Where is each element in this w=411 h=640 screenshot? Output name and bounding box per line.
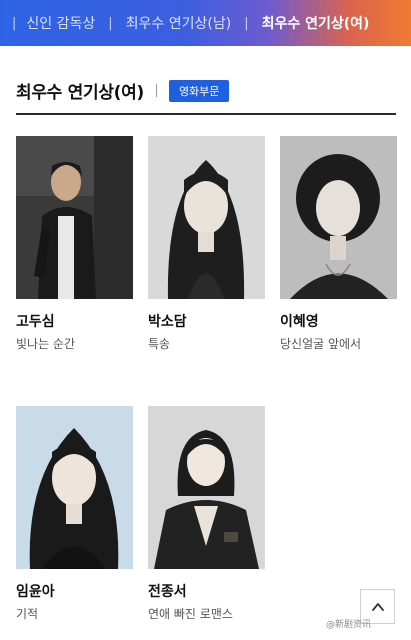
nominee-photo[interactable] [148, 406, 265, 569]
tab-separator: | [244, 15, 249, 31]
nominee-photo[interactable] [148, 136, 265, 299]
section-title: 최우수 연기상(여) [16, 83, 144, 103]
tab-label: 신인 감독상 [26, 16, 96, 32]
nominee-work: 연애 빠진 로맨스 [148, 607, 233, 621]
tab-best-actor[interactable]: 최우수 연기상(남) [126, 13, 232, 33]
nominee-name: 박소담 [148, 314, 187, 330]
tab-new-director[interactable]: 신인 감독상 [26, 13, 95, 33]
nominee-card[interactable]: 임윤아 기적 [16, 406, 133, 622]
nominee-work: 당신얼굴 앞에서 [280, 337, 362, 351]
tab-separator: | [12, 15, 17, 31]
chevron-up-icon [371, 602, 384, 611]
watermark: @新剧资讯 [326, 620, 372, 630]
tab-best-actress[interactable]: 최우수 연기상(여) [262, 13, 370, 33]
nominee-name: 이혜영 [280, 314, 319, 330]
nominee-work: 특송 [148, 337, 171, 351]
section-header: 최우수 연기상(여) 영화부문 [16, 78, 230, 103]
nominee-photo[interactable] [16, 406, 133, 569]
section-divider [16, 113, 396, 115]
nominee-name: 임윤아 [16, 584, 55, 600]
tab-label: 최우수 연기상(여) [261, 16, 370, 32]
header-separator [155, 84, 157, 97]
nominee-name: 전종서 [148, 584, 187, 600]
nominee-card[interactable]: 전종서 연애 빠진 로맨스 [148, 406, 265, 622]
category-badge: 영화부문 [168, 79, 230, 102]
category-tab-bar: | 신인 감독상 | 최우수 연기상(남) | 최우수 연기상(여) [0, 0, 411, 46]
tab-label: 최우수 연기상(남) [125, 16, 232, 32]
nominee-card[interactable]: 이혜영 당신얼굴 앞에서 [280, 136, 397, 352]
nominee-work: 빛나는 순간 [16, 337, 76, 351]
nominee-card[interactable]: 박소담 특송 [148, 136, 265, 352]
nominee-name: 고두심 [16, 314, 55, 330]
nominee-photo[interactable] [280, 136, 397, 299]
nominee-card[interactable]: 고두심 빛나는 순간 [16, 136, 133, 352]
tab-separator: | [108, 15, 113, 31]
nominee-photo[interactable] [16, 136, 133, 299]
nominee-work: 기적 [16, 607, 39, 621]
